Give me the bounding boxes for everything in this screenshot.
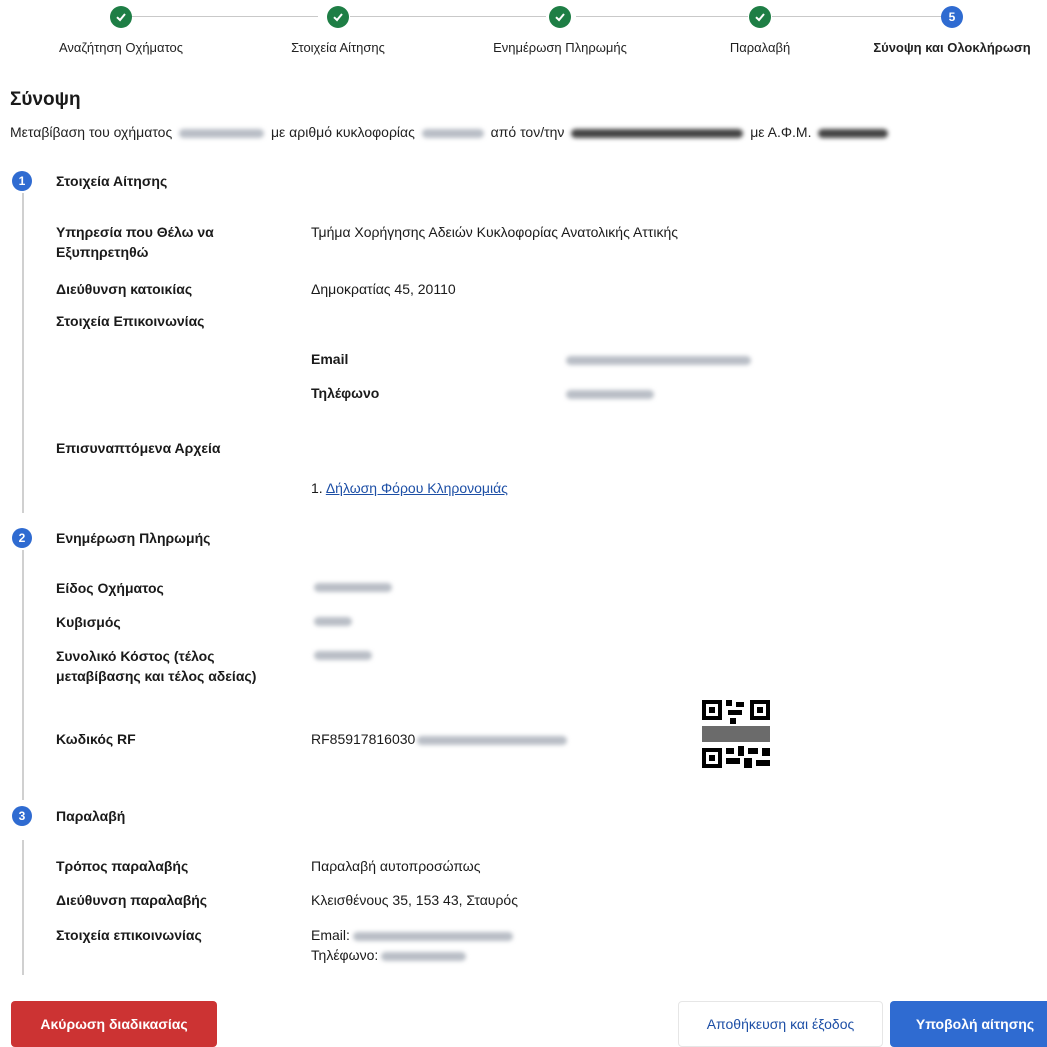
step-summary[interactable]: 5 Σύνοψη και Ολοκλήρωση	[862, 6, 1042, 55]
redacted-plate	[421, 128, 484, 138]
field-value-address: Δημοκρατίας 45, 20110	[311, 281, 456, 297]
field-value-pickup-contact: Email: Τηλέφωνο:	[311, 925, 516, 965]
timeline-line	[22, 193, 24, 513]
step-label: Σύνοψη και Ολοκλήρωση	[873, 40, 1031, 55]
field-label-contact: Στοιχεία Επικοινωνίας	[56, 313, 205, 329]
save-and-exit-button[interactable]: Αποθήκευση και έξοδος	[678, 1001, 883, 1047]
field-label-rf-code: Κωδικός RF	[56, 731, 136, 747]
redacted-vehicle-type	[314, 583, 392, 592]
attachment-link[interactable]: Δήλωση Φόρου Κληρονομιάς	[326, 480, 508, 496]
submit-application-button[interactable]: Υποβολή αίτησης	[890, 1001, 1047, 1047]
field-value-rf-code: RF85917816030	[311, 729, 570, 749]
intro-text: Μεταβίβαση του οχήματος	[10, 124, 173, 140]
redacted-tax-id	[818, 128, 889, 138]
timeline-line	[22, 840, 24, 975]
rf-code-text: RF85917816030	[311, 731, 416, 747]
step-vehicle-search[interactable]: Αναζήτηση Οχήματος	[31, 6, 211, 55]
field-value-service: Τμήμα Χορήγησης Αδειών Κυκλοφορίας Ανατο…	[311, 224, 678, 240]
redacted-rf-suffix	[417, 735, 568, 745]
field-label-pickup-address: Διεύθυνση παραλαβής	[56, 892, 208, 908]
step-label: Παραλαβή	[729, 40, 791, 55]
cancel-process-button[interactable]: Ακύρωση διαδικασίας	[11, 1001, 217, 1047]
page-title: Σύνοψη	[10, 89, 81, 110]
section-title: Παραλαβή	[56, 808, 126, 824]
pickup-phone-line: Τηλέφωνο:	[311, 945, 516, 965]
field-label-phone: Τηλέφωνο	[311, 385, 380, 401]
email-prefix: Email:	[311, 927, 350, 943]
redacted-email	[352, 931, 513, 941]
field-value-pickup-address: Κλεισθένους 35, 153 43, Σταυρός	[311, 892, 518, 908]
field-label-pickup-method: Τρόπος παραλαβής	[56, 858, 189, 874]
attachment-item: 1. Δήλωση Φόρου Κληρονομιάς	[311, 478, 508, 498]
redacted-email	[566, 356, 751, 365]
intro-text: με Α.Φ.Μ.	[750, 124, 812, 140]
step-payment-update[interactable]: Ενημέρωση Πληρωμής	[470, 6, 650, 55]
field-value-pickup-method: Παραλαβή αυτοπροσώπως	[311, 858, 481, 874]
attachment-index: 1.	[311, 480, 323, 496]
check-icon	[110, 6, 132, 28]
redacted-owner-name	[571, 128, 744, 138]
field-label-email: Email	[311, 351, 349, 367]
phone-prefix: Τηλέφωνο:	[311, 947, 379, 963]
intro-text: από τον/την	[490, 124, 565, 140]
redacted-phone	[566, 390, 654, 399]
redacted-displacement	[314, 617, 352, 626]
check-icon	[327, 6, 349, 28]
field-label-total-cost: Συνολικό Κόστος (τέλος μεταβίβασης και τ…	[56, 648, 257, 684]
field-label-pickup-contact: Στοιχεία επικοινωνίας	[56, 927, 202, 943]
intro-text: με αριθμό κυκλοφορίας	[270, 124, 415, 140]
timeline-line	[22, 550, 24, 800]
section-number-badge: 1	[12, 171, 32, 191]
field-label-address: Διεύθυνση κατοικίας	[56, 281, 193, 297]
step-number-badge: 5	[941, 6, 963, 28]
section-number-badge: 3	[12, 806, 32, 826]
summary-intro: Μεταβίβαση του οχήματος με αριθμό κυκλοφ…	[10, 124, 891, 140]
section-title: Στοιχεία Αίτησης	[56, 173, 168, 189]
check-icon	[549, 6, 571, 28]
step-label: Αναζήτηση Οχήματος	[58, 40, 184, 55]
step-application-details[interactable]: Στοιχεία Αίτησης	[248, 6, 428, 55]
qr-code-icon	[700, 698, 772, 770]
field-label-displacement: Κυβισμός	[56, 614, 121, 630]
field-label-service: Υπηρεσία που Θέλω να Εξυπηρετηθώ	[56, 224, 214, 260]
step-pickup[interactable]: Παραλαβή	[670, 6, 850, 55]
pickup-email-line: Email:	[311, 925, 516, 945]
field-label-attachments: Επισυναπτόμενα Αρχεία	[56, 440, 221, 456]
check-icon	[749, 6, 771, 28]
section-title: Ενημέρωση Πληρωμής	[56, 530, 211, 546]
step-label: Στοιχεία Αίτησης	[291, 40, 385, 55]
progress-stepper: Αναζήτηση Οχήματος Στοιχεία Αίτησης Ενημ…	[0, 0, 1047, 70]
redacted-phone	[381, 951, 467, 961]
redacted-vehicle-model	[179, 128, 265, 138]
redacted-total-cost	[314, 651, 372, 660]
field-label-vehicle-type: Είδος Οχήματος	[56, 580, 164, 596]
section-number-badge: 2	[12, 528, 32, 548]
step-label: Ενημέρωση Πληρωμής	[493, 40, 627, 55]
